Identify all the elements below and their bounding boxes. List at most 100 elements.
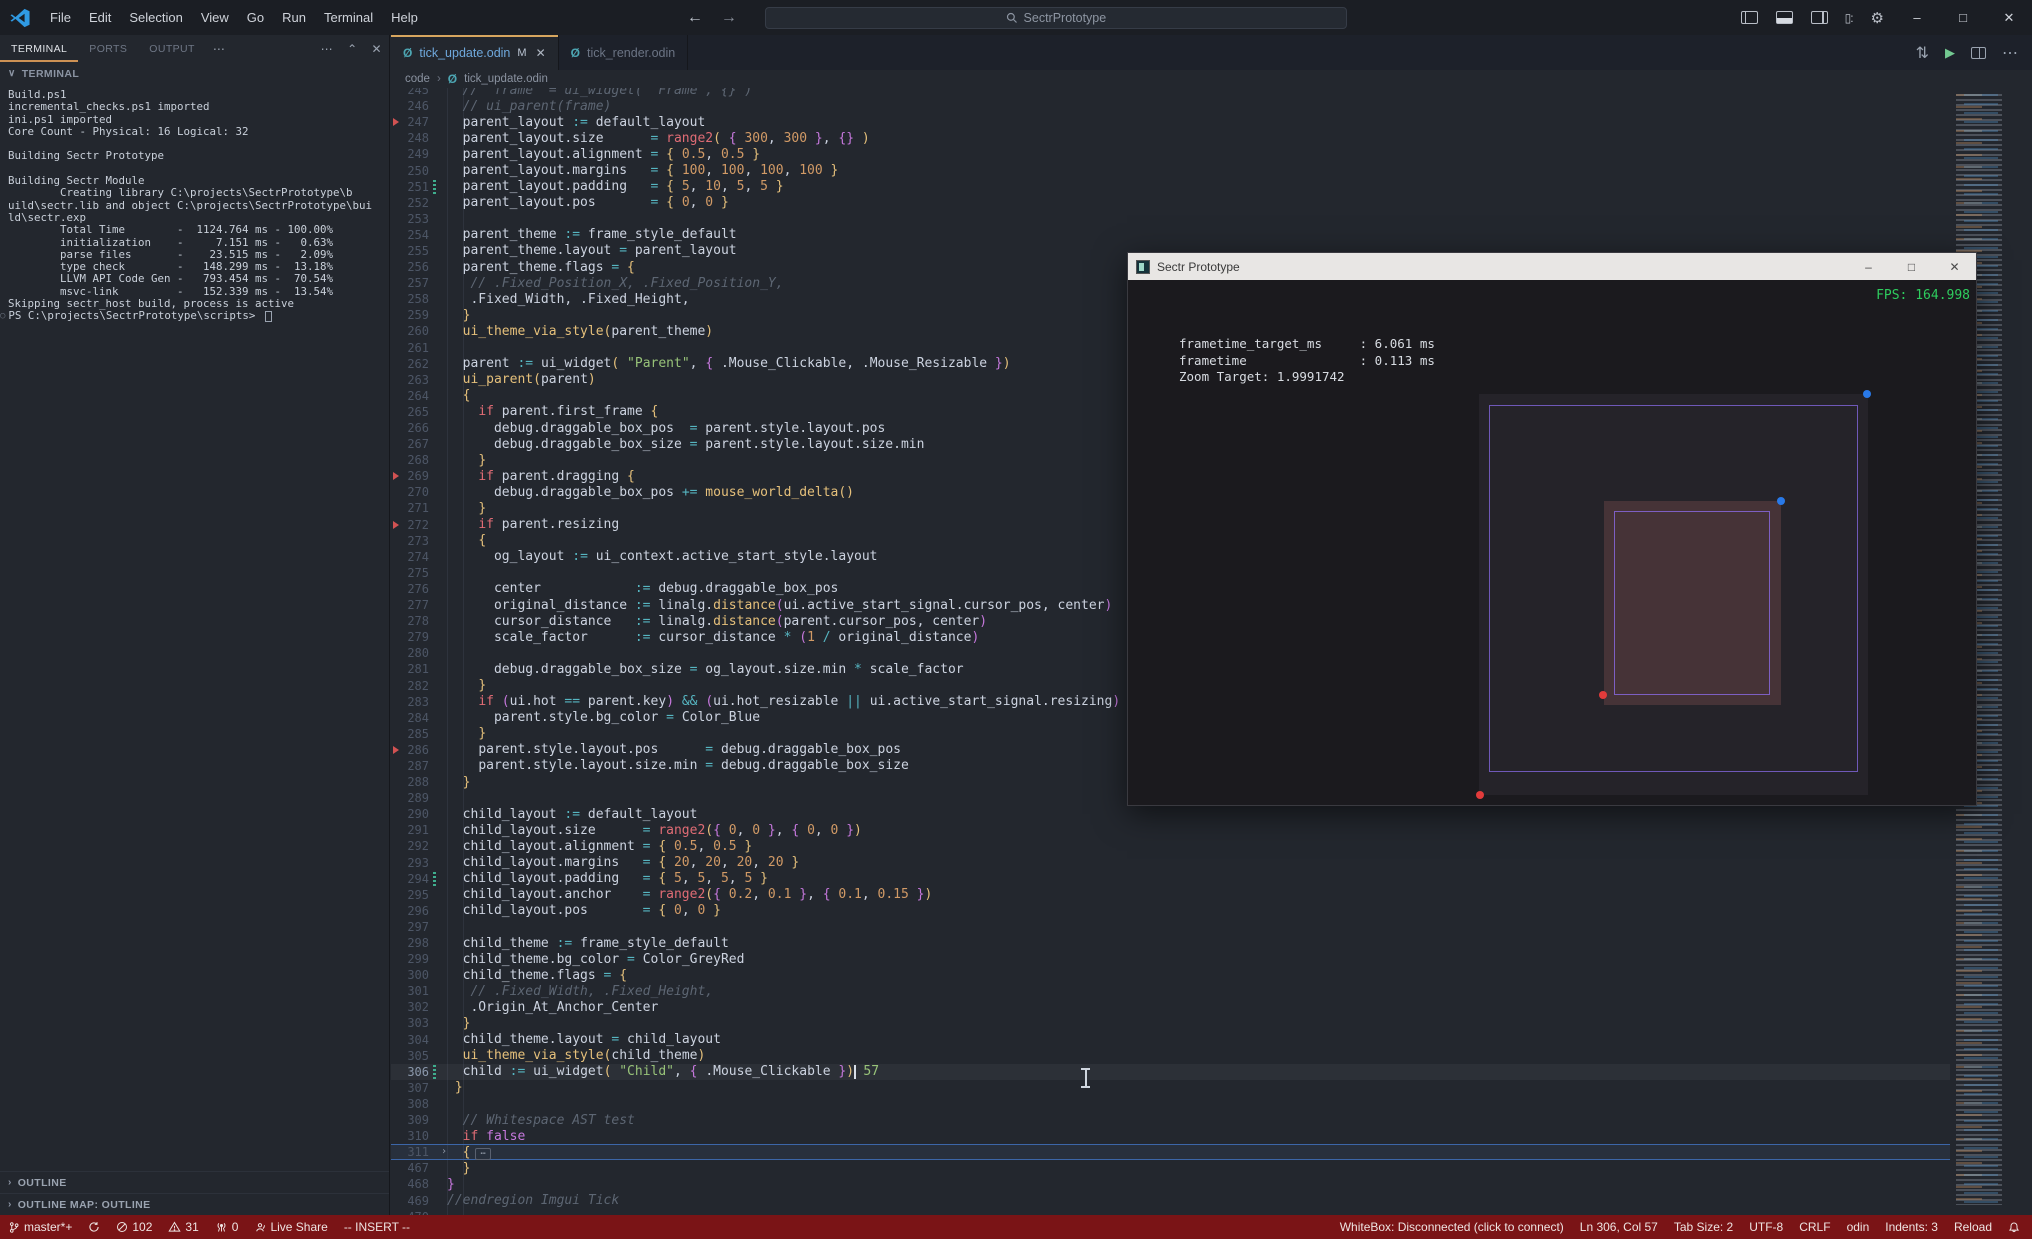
code-line[interactable]: 297: [391, 919, 1950, 935]
menu-view[interactable]: View: [192, 0, 238, 35]
panel-close-icon[interactable]: ✕: [365, 42, 389, 56]
statusbar-item-whitebox-disconnected-click-to-connect[interactable]: WhiteBox: Disconnected (click to connect…: [1332, 1215, 1572, 1239]
code-line[interactable]: 300 child_theme.flags = {: [391, 967, 1950, 983]
code-line[interactable]: 304 child_theme.layout = child_layout: [391, 1032, 1950, 1048]
menu-file[interactable]: File: [41, 0, 80, 35]
tab-tick_render-odin[interactable]: Øtick_render.odin: [558, 35, 689, 70]
panel-more-actions-icon[interactable]: ⋯: [314, 42, 340, 56]
sectr-prototype-window[interactable]: Sectr Prototype – □ ✕ FPS: 164.998 frame…: [1127, 252, 1977, 806]
code-line[interactable]: 307 }: [391, 1080, 1950, 1096]
breakpoint-arrow-icon[interactable]: [393, 472, 399, 481]
menu-edit[interactable]: Edit: [80, 0, 120, 35]
code-line[interactable]: 308: [391, 1096, 1950, 1112]
code-line[interactable]: 250 parent_layout.margins = { 100, 100, …: [391, 162, 1950, 178]
nav-back-icon[interactable]: ←: [687, 9, 703, 27]
code-line[interactable]: 469 //endregion Imgui Tick: [391, 1192, 1950, 1208]
statusbar-item-bell[interactable]: [2000, 1215, 2028, 1239]
code-line[interactable]: 298 child_theme := frame_style_default: [391, 935, 1950, 951]
code-line[interactable]: 251 parent_layout.padding = { 5, 10, 5, …: [391, 179, 1950, 195]
code-line[interactable]: 468}: [391, 1176, 1950, 1192]
code-line[interactable]: 245 // frame = ui_widget( "Frame", {} ): [391, 88, 1950, 98]
statusbar-item-insert[interactable]: -- INSERT --: [336, 1215, 418, 1239]
statusbar-item-live-share[interactable]: Live Share: [246, 1215, 335, 1239]
code-line[interactable]: 301 // .Fixed_Width, .Fixed_Height,: [391, 983, 1950, 999]
window-close-button[interactable]: ✕: [1986, 0, 2032, 35]
panel-tab-output[interactable]: OUTPUT: [138, 35, 206, 62]
code-line[interactable]: 292 child_layout.alignment = { 0.5, 0.5 …: [391, 838, 1950, 854]
toggle-sidebar-icon[interactable]: [1740, 11, 1758, 24]
code-line[interactable]: 303 }: [391, 1015, 1950, 1031]
code-line[interactable]: 253: [391, 211, 1950, 227]
statusbar-item-sync[interactable]: [80, 1215, 108, 1239]
child-widget-box[interactable]: [1604, 501, 1781, 705]
code-line[interactable]: 248 parent_layout.size = range2( { 300, …: [391, 130, 1950, 146]
menu-help[interactable]: Help: [382, 0, 427, 35]
run-file-icon[interactable]: ▶: [1945, 45, 1955, 61]
sectr-window-titlebar[interactable]: Sectr Prototype – □ ✕: [1128, 253, 1976, 280]
sectr-close-button[interactable]: ✕: [1933, 253, 1976, 280]
code-line[interactable]: 249 parent_layout.alignment = { 0.5, 0.5…: [391, 146, 1950, 162]
tab-close-icon[interactable]: ✕: [536, 46, 546, 60]
sectr-viewport[interactable]: FPS: 164.998 frametime_target_ms : 6.061…: [1128, 280, 1976, 807]
panel-tab-terminal[interactable]: TERMINAL: [0, 35, 78, 62]
window-minimize-button[interactable]: –: [1894, 0, 1940, 35]
code-line[interactable]: 295 child_layout.anchor = range2({ 0.2, …: [391, 887, 1950, 903]
code-line[interactable]: 310 if false: [391, 1128, 1950, 1144]
statusbar-item-ln-306-col-57[interactable]: Ln 306, Col 57: [1572, 1215, 1666, 1239]
fold-chevron-icon[interactable]: ›: [441, 1146, 447, 1157]
sectr-maximize-button[interactable]: □: [1890, 253, 1933, 280]
breadcrumb-file[interactable]: tick_update.odin: [464, 73, 548, 85]
statusbar-item-31[interactable]: 31: [160, 1215, 206, 1239]
section-header-outline-map-outline[interactable]: › OUTLINE MAP: OUTLINE: [0, 1193, 389, 1215]
breadcrumb[interactable]: code › Ø tick_update.odin: [391, 70, 2032, 88]
statusbar-item-master[interactable]: master*+: [0, 1215, 80, 1239]
split-editor-icon[interactable]: [1971, 46, 1986, 59]
code-line[interactable]: 296 child_layout.pos = { 0, 0 }: [391, 903, 1950, 919]
code-line[interactable]: 254 parent_theme := frame_style_default: [391, 227, 1950, 243]
toggle-secondary-sidebar-icon[interactable]: [1810, 11, 1828, 24]
section-header-outline[interactable]: › OUTLINE: [0, 1171, 389, 1193]
folded-code-badge[interactable]: ⋯: [475, 1147, 491, 1160]
code-line[interactable]: 309 // Whitespace AST test: [391, 1112, 1950, 1128]
code-line[interactable]: 305 ui_theme_via_style(child_theme): [391, 1048, 1950, 1064]
statusbar-item-indents-3[interactable]: Indents: 3: [1877, 1215, 1946, 1239]
code-line[interactable]: 294 child_layout.padding = { 5, 5, 5, 5 …: [391, 871, 1950, 887]
panel-tab-ports[interactable]: PORTS: [78, 35, 138, 62]
menu-terminal[interactable]: Terminal: [315, 0, 382, 35]
code-line[interactable]: 247 parent_layout := default_layout: [391, 114, 1950, 130]
breakpoint-arrow-icon[interactable]: [393, 118, 399, 127]
statusbar-item-tab-size-2[interactable]: Tab Size: 2: [1666, 1215, 1741, 1239]
panel-maximize-icon[interactable]: ⌃: [340, 42, 364, 56]
menu-run[interactable]: Run: [273, 0, 315, 35]
toggle-panel-icon[interactable]: [1775, 11, 1793, 24]
nav-forward-icon[interactable]: →: [721, 9, 737, 27]
customize-layout-icon[interactable]: ▯:: [1845, 11, 1854, 25]
statusbar-item-reload[interactable]: Reload: [1946, 1215, 2000, 1239]
code-line[interactable]: 299 child_theme.bg_color = Color_GreyRed: [391, 951, 1950, 967]
command-center-search[interactable]: SectrPrototype: [764, 6, 1347, 29]
code-line[interactable]: 290 child_layout := default_layout: [391, 806, 1950, 822]
menu-go[interactable]: Go: [238, 0, 273, 35]
statusbar-item-utf-8[interactable]: UTF-8: [1741, 1215, 1791, 1239]
statusbar-item-odin[interactable]: odin: [1839, 1215, 1878, 1239]
code-line[interactable]: 311 › {⋯: [391, 1144, 1950, 1161]
terminal-prompt-line[interactable]: ○ PS C:\projects\SectrPrototype\scripts>: [0, 310, 389, 322]
code-line[interactable]: 246 // ui_parent(frame): [391, 98, 1950, 114]
breakpoint-arrow-icon[interactable]: [393, 745, 399, 754]
compare-changes-icon[interactable]: ⇅: [1916, 43, 1929, 63]
tab-tick_update-odin[interactable]: Øtick_update.odin M ✕: [391, 35, 559, 70]
code-line[interactable]: 252 parent_layout.pos = { 0, 0 }: [391, 195, 1950, 211]
window-maximize-button[interactable]: □: [1940, 0, 1986, 35]
breakpoint-arrow-icon[interactable]: [393, 520, 399, 529]
code-line[interactable]: 302 .Origin_At_Anchor_Center: [391, 999, 1950, 1015]
editor-more-actions-icon[interactable]: ⋯: [2002, 43, 2018, 63]
code-line[interactable]: 306 child := ui_widget( "Child", { .Mous…: [391, 1063, 1950, 1080]
code-line[interactable]: 291 child_layout.size = range2({ 0, 0 },…: [391, 822, 1950, 838]
code-line[interactable]: 467 }: [391, 1160, 1950, 1176]
breadcrumb-folder[interactable]: code: [405, 73, 430, 85]
panel-tabs-more-icon[interactable]: ⋯: [206, 42, 232, 56]
statusbar-item-0[interactable]: 0: [207, 1215, 247, 1239]
settings-gear-icon[interactable]: ⚙: [1871, 9, 1884, 27]
statusbar-item-crlf[interactable]: CRLF: [1791, 1215, 1838, 1239]
terminal-section-header[interactable]: ∨ TERMINAL: [0, 62, 389, 85]
